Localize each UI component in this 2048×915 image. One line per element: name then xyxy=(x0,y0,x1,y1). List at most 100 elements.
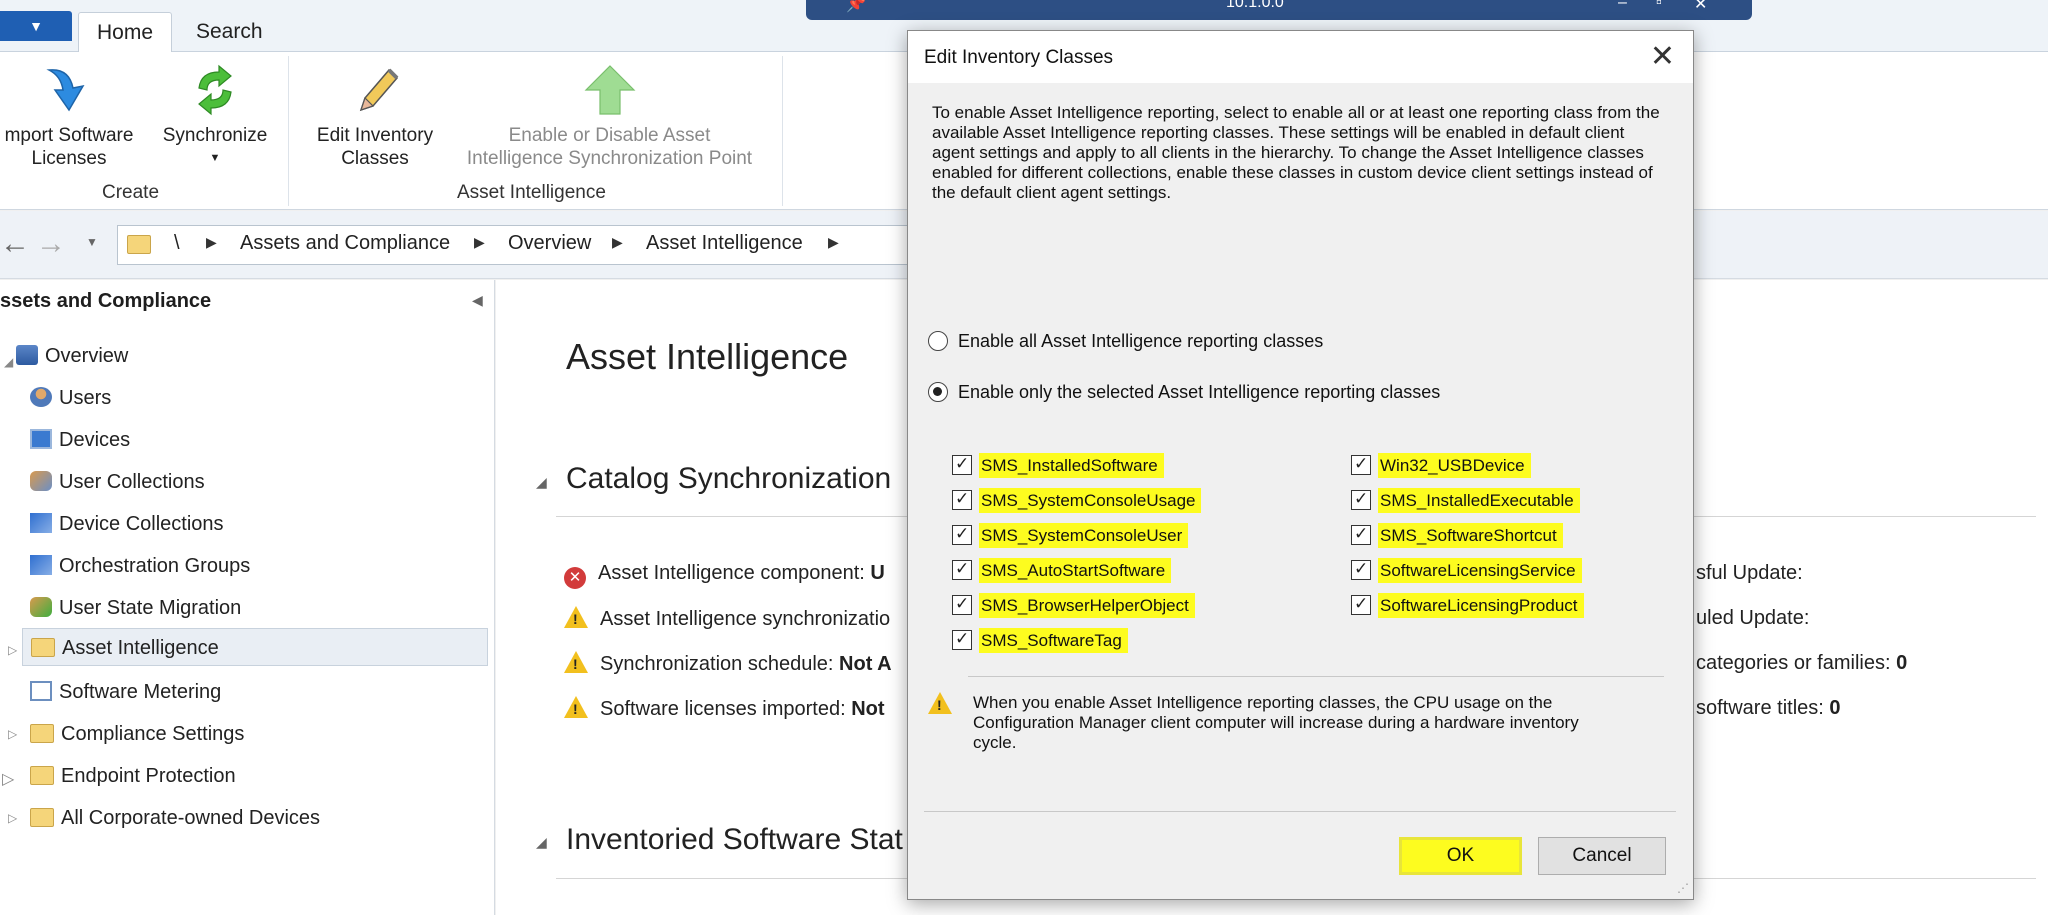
pin-icon[interactable]: 📌 xyxy=(846,0,866,14)
breadcrumb-separator-icon[interactable]: ▶ xyxy=(474,234,485,251)
nav-item-label: Asset Intelligence xyxy=(62,637,219,659)
status-value: Not A xyxy=(839,653,892,675)
user-collection-icon xyxy=(30,471,52,491)
back-arrow-icon[interactable]: ← xyxy=(0,227,30,261)
expand-arrow-icon[interactable]: ◢ xyxy=(4,355,13,369)
checkbox-class[interactable]: SMS_SystemConsoleUsage xyxy=(952,485,1202,515)
nav-item-device-collections[interactable]: Device Collections xyxy=(30,505,224,543)
checkbox-class[interactable]: SMS_InstalledSoftware xyxy=(952,450,1164,480)
cancel-button[interactable]: Cancel xyxy=(1538,837,1666,875)
nav-item-devices[interactable]: Devices xyxy=(30,421,130,459)
nav-item-overview[interactable]: Overview xyxy=(16,337,128,375)
radio-button[interactable] xyxy=(928,331,948,351)
checkbox-label: SoftwareLicensingService xyxy=(1378,558,1582,583)
dialog-divider xyxy=(968,676,1664,677)
folder-icon xyxy=(30,808,54,827)
breadcrumb-item-overview[interactable]: Overview xyxy=(508,232,591,255)
checkbox[interactable] xyxy=(952,520,972,548)
checkbox[interactable] xyxy=(952,555,972,583)
checkbox-class[interactable]: SMS_AutoStartSoftware xyxy=(952,555,1172,585)
checkbox-class[interactable]: SoftwareLicensingService xyxy=(1351,555,1582,585)
checkbox-class[interactable]: SMS_BrowserHelperObject xyxy=(952,590,1195,620)
expand-arrow-icon[interactable]: ▷ xyxy=(2,769,14,789)
synchronize-button[interactable]: Synchronize ▼ xyxy=(155,52,275,170)
checkbox-class[interactable]: SMS_SoftwareTag xyxy=(952,625,1128,655)
nav-item-asset-intelligence[interactable]: Asset Intelligence xyxy=(22,628,488,666)
import-arrow-icon xyxy=(46,69,85,112)
nav-item-orchestration-groups[interactable]: Orchestration Groups xyxy=(30,547,250,585)
checkbox-class[interactable]: SMS_SoftwareShortcut xyxy=(1351,520,1563,550)
checkbox-label: SMS_SoftwareTag xyxy=(979,628,1128,653)
checkbox[interactable] xyxy=(1351,520,1371,548)
nav-item-corporate-devices[interactable]: All Corporate-owned Devices xyxy=(30,799,320,837)
breadcrumb-item-assets[interactable]: Assets and Compliance xyxy=(240,232,450,255)
breadcrumb-separator-icon[interactable]: ▶ xyxy=(612,234,623,251)
checkbox-label: SMS_AutoStartSoftware xyxy=(979,558,1172,583)
checkbox[interactable] xyxy=(952,590,972,618)
warning-icon: ! xyxy=(928,692,964,716)
checkbox[interactable] xyxy=(952,625,972,653)
breadcrumb[interactable]: \ ▶ Assets and Compliance ▶ Overview ▶ A… xyxy=(117,225,917,265)
folder-icon xyxy=(30,766,54,785)
ok-button[interactable]: OK xyxy=(1399,837,1522,875)
checkbox-class[interactable]: SMS_InstalledExecutable xyxy=(1351,485,1580,515)
breadcrumb-separator-icon[interactable]: ▶ xyxy=(206,234,217,251)
nav-item-compliance-settings[interactable]: Compliance Settings xyxy=(30,715,244,753)
forward-arrow-icon[interactable]: → xyxy=(36,227,66,261)
collapse-section-icon[interactable]: ◢ xyxy=(536,474,547,491)
history-dropdown-icon[interactable]: ▼ xyxy=(86,235,98,249)
import-licenses-button[interactable]: mport Software Licenses xyxy=(0,52,144,170)
tab-home[interactable]: Home xyxy=(78,12,173,53)
expand-arrow-icon[interactable]: ▷ xyxy=(8,727,17,741)
collapse-section-icon[interactable]: ◢ xyxy=(536,834,547,851)
checkbox-class[interactable]: SoftwareLicensingProduct xyxy=(1351,590,1584,620)
radio-enable-selected[interactable]: Enable only the selected Asset Intellige… xyxy=(928,382,1440,403)
warning-icon: ! xyxy=(564,696,588,718)
folder-icon xyxy=(31,638,55,657)
dialog-titlebar[interactable]: Edit Inventory Classes ✕ xyxy=(908,31,1693,83)
user-icon xyxy=(30,387,52,407)
checkbox[interactable] xyxy=(1351,555,1371,583)
checkbox[interactable] xyxy=(952,450,972,478)
nav-item-label: Device Collections xyxy=(59,513,224,535)
checkbox-class[interactable]: SMS_SystemConsoleUser xyxy=(952,520,1189,550)
checkbox-class[interactable]: Win32_USBDevice xyxy=(1351,450,1531,480)
breadcrumb-item-asset-intelligence[interactable]: Asset Intelligence xyxy=(646,232,803,255)
resize-grip-icon[interactable]: ⋰ xyxy=(1677,881,1689,895)
nav-item-user-collections[interactable]: User Collections xyxy=(30,463,205,501)
app-menu-button[interactable]: ▼ xyxy=(0,11,72,41)
checkbox[interactable] xyxy=(1351,450,1371,478)
minimize-icon[interactable]: – xyxy=(1618,0,1627,12)
page-title: Asset Intelligence xyxy=(566,336,849,377)
collapse-pane-icon[interactable]: ◀ xyxy=(472,292,483,309)
restore-icon[interactable]: ▫ xyxy=(1656,0,1662,12)
nav-item-endpoint-protection[interactable]: Endpoint Protection xyxy=(30,757,236,795)
nav-item-label: User State Migration xyxy=(59,597,242,619)
warning-icon: ! xyxy=(564,651,588,673)
edit-inventory-classes-button[interactable]: Edit Inventory Classes xyxy=(300,52,450,170)
folder-icon xyxy=(30,724,54,743)
nav-item-software-metering[interactable]: Software Metering xyxy=(30,673,221,711)
status-label: Asset Intelligence synchronizatio xyxy=(600,608,891,630)
expand-arrow-icon[interactable]: ▷ xyxy=(8,811,17,825)
status-row-schedule: ! Synchronization schedule: Not A xyxy=(564,651,892,676)
nav-item-label: Devices xyxy=(59,429,131,451)
breadcrumb-separator-icon[interactable]: ▶ xyxy=(828,234,839,251)
radio-label: Enable all Asset Intelligence reporting … xyxy=(958,331,1324,351)
expand-arrow-icon[interactable]: ▷ xyxy=(8,643,17,657)
dropdown-arrow-icon[interactable]: ▼ xyxy=(155,147,275,170)
breadcrumb-root[interactable]: \ xyxy=(174,232,180,255)
close-icon[interactable]: ✕ xyxy=(1650,37,1675,77)
checkbox-label: SMS_InstalledSoftware xyxy=(979,453,1164,478)
close-icon[interactable]: ✕ xyxy=(1694,0,1707,14)
radio-enable-all[interactable]: Enable all Asset Intelligence reporting … xyxy=(928,331,1323,352)
enable-disable-sync-point-button[interactable]: Enable or Disable Asset Intelligence Syn… xyxy=(452,52,767,170)
checkbox-label: SMS_BrowserHelperObject xyxy=(979,593,1195,618)
radio-button[interactable] xyxy=(928,382,948,402)
nav-item-user-state-migration[interactable]: User State Migration xyxy=(30,589,241,627)
nav-item-users[interactable]: Users xyxy=(30,379,111,417)
checkbox[interactable] xyxy=(1351,485,1371,513)
checkbox[interactable] xyxy=(1351,590,1371,618)
checkbox[interactable] xyxy=(952,485,972,513)
tab-search[interactable]: Search xyxy=(178,12,281,52)
